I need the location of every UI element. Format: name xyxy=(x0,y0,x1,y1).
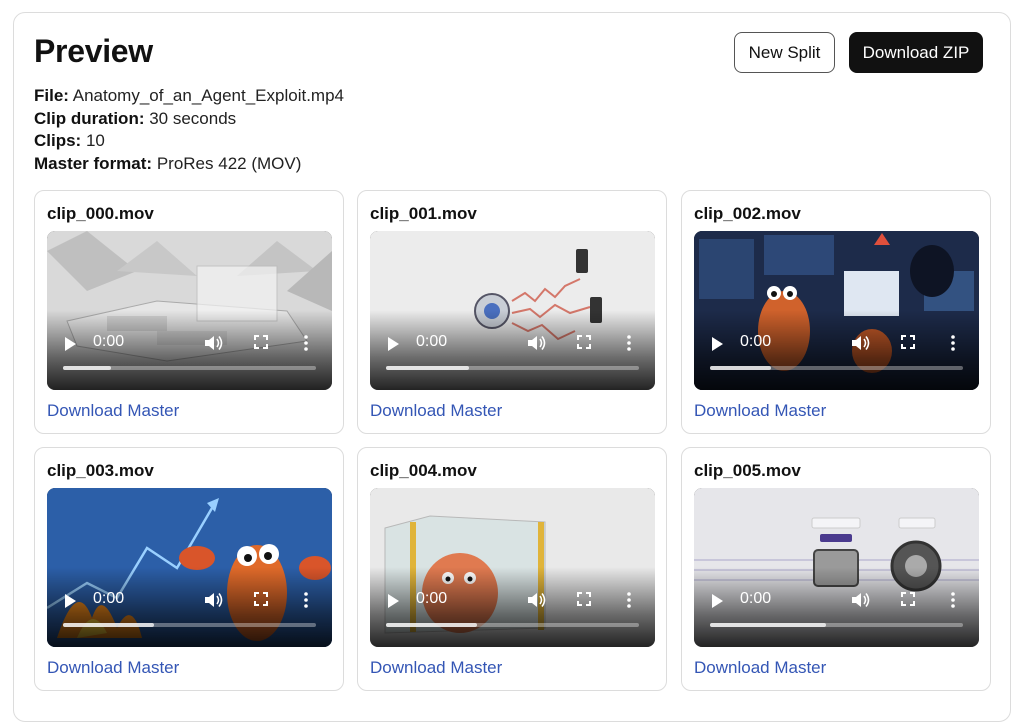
controls-overlay xyxy=(47,567,332,647)
current-time: 0:00 xyxy=(93,333,125,350)
buffered-bar xyxy=(386,623,478,627)
fullscreen-icon[interactable] xyxy=(577,592,591,606)
download-master-link[interactable]: Download Master xyxy=(694,401,826,421)
more-options-icon[interactable] xyxy=(304,335,308,351)
play-icon[interactable] xyxy=(712,337,723,351)
meta-master-format: Master format: ProRes 422 (MOV) xyxy=(34,153,302,173)
clip-name: clip_000.mov xyxy=(47,204,154,223)
download-master-link[interactable]: Download Master xyxy=(47,401,179,421)
download-master-link[interactable]: Download Master xyxy=(370,658,502,678)
progress-track[interactable] xyxy=(386,366,639,370)
clip-name: clip_001.mov xyxy=(370,204,477,223)
volume-icon[interactable] xyxy=(528,592,546,608)
clip-name: clip_004.mov xyxy=(370,461,477,480)
download-master-link[interactable]: Download Master xyxy=(47,658,179,678)
download-master-link[interactable]: Download Master xyxy=(370,401,502,421)
clip-name: clip_003.mov xyxy=(47,461,154,480)
video-player[interactable]: 0:00 xyxy=(694,488,979,647)
progress-track[interactable] xyxy=(386,623,639,627)
controls-overlay xyxy=(47,310,332,390)
new-split-button[interactable]: New Split xyxy=(734,32,835,73)
buffered-bar xyxy=(710,623,827,627)
video-player[interactable]: 0:00 xyxy=(370,231,655,390)
meta-clips: Clips: 10 xyxy=(34,131,105,150)
preview-panel: Preview New Split Download ZIP File: Ana… xyxy=(13,12,1011,722)
controls-overlay xyxy=(370,567,655,647)
meta-file: File: Anatomy_of_an_Agent_Exploit.mp4 xyxy=(34,86,344,105)
clip-card: clip_000.mov 0:00 Download Master xyxy=(34,190,344,434)
more-options-icon[interactable] xyxy=(951,592,955,608)
video-player[interactable]: 0:00 xyxy=(370,488,655,647)
play-icon[interactable] xyxy=(712,594,723,608)
video-player[interactable]: 0:00 xyxy=(694,231,979,390)
fullscreen-icon[interactable] xyxy=(901,592,915,606)
volume-icon[interactable] xyxy=(528,335,546,351)
progress-track[interactable] xyxy=(710,623,963,627)
current-time: 0:00 xyxy=(740,590,772,607)
clip-card: clip_004.mov 0:00 Download Master xyxy=(357,447,667,691)
fullscreen-icon[interactable] xyxy=(577,335,591,349)
more-options-icon[interactable] xyxy=(304,592,308,608)
play-icon[interactable] xyxy=(65,594,76,608)
page-title: Preview xyxy=(34,33,153,69)
controls-overlay xyxy=(694,567,979,647)
current-time: 0:00 xyxy=(93,590,125,607)
volume-icon[interactable] xyxy=(852,335,870,351)
progress-track[interactable] xyxy=(63,623,316,627)
more-options-icon[interactable] xyxy=(627,335,631,351)
fullscreen-icon[interactable] xyxy=(901,335,915,349)
progress-track[interactable] xyxy=(63,366,316,370)
file-metadata: File: Anatomy_of_an_Agent_Exploit.mp4 Cl… xyxy=(34,85,344,175)
clip-card: clip_002.mov 0:00 Download Master xyxy=(681,190,991,434)
clip-card: clip_001.mov 0:00 Download Master xyxy=(357,190,667,434)
meta-clip-duration: Clip duration: 30 seconds xyxy=(34,108,237,128)
play-icon[interactable] xyxy=(388,594,399,608)
more-options-icon[interactable] xyxy=(951,335,955,351)
play-icon[interactable] xyxy=(65,337,76,351)
play-icon[interactable] xyxy=(388,337,399,351)
current-time: 0:00 xyxy=(416,590,448,607)
volume-icon[interactable] xyxy=(205,592,223,608)
clip-name: clip_005.mov xyxy=(694,461,801,480)
current-time: 0:00 xyxy=(416,333,448,350)
more-options-icon[interactable] xyxy=(627,592,631,608)
video-player[interactable]: 0:00 xyxy=(47,488,332,647)
fullscreen-icon[interactable] xyxy=(254,335,268,349)
video-player[interactable]: 0:00 xyxy=(47,231,332,390)
progress-track[interactable] xyxy=(710,366,963,370)
volume-icon[interactable] xyxy=(852,592,870,608)
current-time: 0:00 xyxy=(740,333,772,350)
download-master-link[interactable]: Download Master xyxy=(694,658,826,678)
buffered-bar xyxy=(710,366,771,370)
clip-card: clip_003.mov 0:00 Download Master xyxy=(34,447,344,691)
controls-overlay xyxy=(370,310,655,390)
controls-overlay xyxy=(694,310,979,390)
volume-icon[interactable] xyxy=(205,335,223,351)
buffered-bar xyxy=(386,366,470,370)
clip-card: clip_005.mov 0:00 Download Master xyxy=(681,447,991,691)
buffered-bar xyxy=(63,623,155,627)
clip-name: clip_002.mov xyxy=(694,204,801,223)
download-zip-button[interactable]: Download ZIP xyxy=(849,32,983,73)
fullscreen-icon[interactable] xyxy=(254,592,268,606)
buffered-bar xyxy=(63,366,112,370)
